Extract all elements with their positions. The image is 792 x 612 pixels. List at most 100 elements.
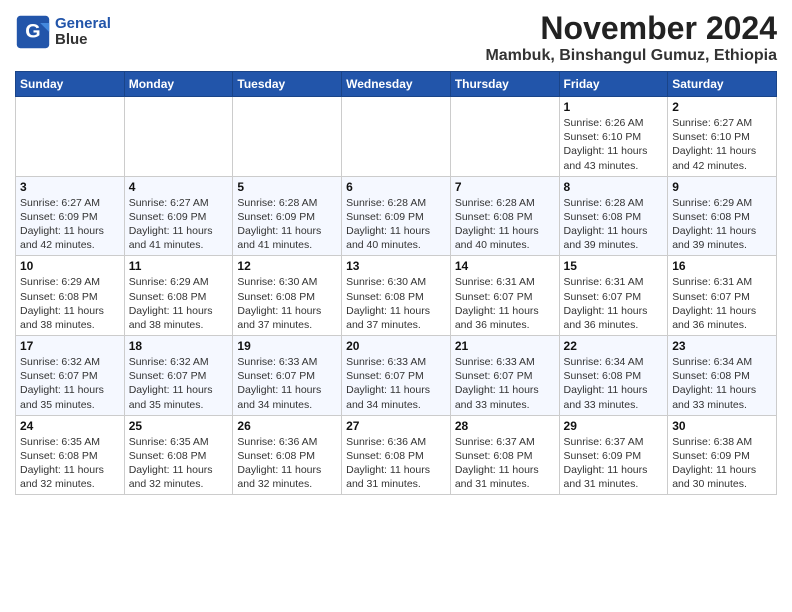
day-info: Sunrise: 6:30 AM Sunset: 6:08 PM Dayligh…	[237, 275, 337, 332]
day-number: 18	[129, 339, 229, 353]
day-info: Sunrise: 6:31 AM Sunset: 6:07 PM Dayligh…	[455, 275, 555, 332]
day-info: Sunrise: 6:29 AM Sunset: 6:08 PM Dayligh…	[129, 275, 229, 332]
day-number: 8	[564, 180, 664, 194]
day-info: Sunrise: 6:33 AM Sunset: 6:07 PM Dayligh…	[346, 355, 446, 412]
day-number: 11	[129, 259, 229, 273]
day-number: 4	[129, 180, 229, 194]
calendar-cell: 4 Sunrise: 6:27 AM Sunset: 6:09 PM Daylig…	[124, 176, 233, 256]
day-number: 19	[237, 339, 337, 353]
calendar-cell: 14 Sunrise: 6:31 AM Sunset: 6:07 PM Dayli…	[450, 256, 559, 336]
day-number: 3	[20, 180, 120, 194]
calendar-cell: 1 Sunrise: 6:26 AM Sunset: 6:10 PM Daylig…	[559, 97, 668, 177]
day-info: Sunrise: 6:31 AM Sunset: 6:07 PM Dayligh…	[564, 275, 664, 332]
day-info: Sunrise: 6:36 AM Sunset: 6:08 PM Dayligh…	[237, 435, 337, 492]
calendar: SundayMondayTuesdayWednesdayThursdayFrid…	[15, 71, 777, 495]
calendar-cell: 9 Sunrise: 6:29 AM Sunset: 6:08 PM Daylig…	[668, 176, 777, 256]
calendar-cell: 27 Sunrise: 6:36 AM Sunset: 6:08 PM Dayli…	[342, 415, 451, 495]
location-title: Mambuk, Binshangul Gumuz, Ethiopia	[485, 47, 777, 65]
day-number: 14	[455, 259, 555, 273]
calendar-cell: 19 Sunrise: 6:33 AM Sunset: 6:07 PM Dayli…	[233, 336, 342, 416]
day-info: Sunrise: 6:29 AM Sunset: 6:08 PM Dayligh…	[20, 275, 120, 332]
day-info: Sunrise: 6:34 AM Sunset: 6:08 PM Dayligh…	[564, 355, 664, 412]
calendar-cell: 24 Sunrise: 6:35 AM Sunset: 6:08 PM Dayli…	[16, 415, 125, 495]
calendar-cell: 20 Sunrise: 6:33 AM Sunset: 6:07 PM Dayli…	[342, 336, 451, 416]
day-info: Sunrise: 6:28 AM Sunset: 6:09 PM Dayligh…	[237, 196, 337, 253]
calendar-cell	[124, 97, 233, 177]
day-info: Sunrise: 6:33 AM Sunset: 6:07 PM Dayligh…	[237, 355, 337, 412]
day-number: 12	[237, 259, 337, 273]
weekday-header-thursday: Thursday	[450, 72, 559, 97]
day-number: 2	[672, 100, 772, 114]
calendar-cell: 26Sunrise: 6:36 AM Sunset: 6:08 PM Dayli…	[233, 415, 342, 495]
calendar-cell: 29Sunrise: 6:37 AM Sunset: 6:09 PM Dayli…	[559, 415, 668, 495]
calendar-cell: 3 Sunrise: 6:27 AM Sunset: 6:09 PM Daylig…	[16, 176, 125, 256]
weekday-header-tuesday: Tuesday	[233, 72, 342, 97]
day-info: Sunrise: 6:36 AM Sunset: 6:08 PM Dayligh…	[346, 435, 446, 492]
calendar-cell: 13Sunrise: 6:30 AM Sunset: 6:08 PM Dayli…	[342, 256, 451, 336]
day-number: 29	[564, 419, 664, 433]
day-info: Sunrise: 6:31 AM Sunset: 6:07 PM Dayligh…	[672, 275, 772, 332]
day-number: 24	[20, 419, 120, 433]
calendar-cell	[233, 97, 342, 177]
day-info: Sunrise: 6:32 AM Sunset: 6:07 PM Dayligh…	[20, 355, 120, 412]
day-number: 23	[672, 339, 772, 353]
logo: G General Blue	[15, 14, 111, 50]
day-info: Sunrise: 6:35 AM Sunset: 6:08 PM Dayligh…	[129, 435, 229, 492]
day-number: 27	[346, 419, 446, 433]
day-number: 15	[564, 259, 664, 273]
calendar-cell	[16, 97, 125, 177]
day-info: Sunrise: 6:27 AM Sunset: 6:10 PM Dayligh…	[672, 116, 772, 173]
day-number: 7	[455, 180, 555, 194]
header: G General Blue November 2024 Mambuk, Bin…	[15, 10, 777, 65]
day-number: 5	[237, 180, 337, 194]
calendar-cell: 17 Sunrise: 6:32 AM Sunset: 6:07 PM Dayli…	[16, 336, 125, 416]
day-number: 17	[20, 339, 120, 353]
calendar-cell: 15 Sunrise: 6:31 AM Sunset: 6:07 PM Dayli…	[559, 256, 668, 336]
calendar-cell: 7 Sunrise: 6:28 AM Sunset: 6:08 PM Daylig…	[450, 176, 559, 256]
weekday-header-saturday: Saturday	[668, 72, 777, 97]
day-info: Sunrise: 6:28 AM Sunset: 6:08 PM Dayligh…	[564, 196, 664, 253]
day-number: 6	[346, 180, 446, 194]
calendar-cell: 18Sunrise: 6:32 AM Sunset: 6:07 PM Dayli…	[124, 336, 233, 416]
day-number: 1	[564, 100, 664, 114]
day-info: Sunrise: 6:29 AM Sunset: 6:08 PM Dayligh…	[672, 196, 772, 253]
calendar-cell: 8 Sunrise: 6:28 AM Sunset: 6:08 PM Daylig…	[559, 176, 668, 256]
day-info: Sunrise: 6:38 AM Sunset: 6:09 PM Dayligh…	[672, 435, 772, 492]
day-number: 21	[455, 339, 555, 353]
day-number: 28	[455, 419, 555, 433]
day-number: 10	[20, 259, 120, 273]
day-info: Sunrise: 6:35 AM Sunset: 6:08 PM Dayligh…	[20, 435, 120, 492]
day-number: 20	[346, 339, 446, 353]
day-number: 9	[672, 180, 772, 194]
calendar-cell: 12 Sunrise: 6:30 AM Sunset: 6:08 PM Dayli…	[233, 256, 342, 336]
title-area: November 2024 Mambuk, Binshangul Gumuz, …	[485, 10, 777, 65]
calendar-cell: 28 Sunrise: 6:37 AM Sunset: 6:08 PM Dayli…	[450, 415, 559, 495]
calendar-cell: 10 Sunrise: 6:29 AM Sunset: 6:08 PM Dayli…	[16, 256, 125, 336]
calendar-cell: 5 Sunrise: 6:28 AM Sunset: 6:09 PM Daylig…	[233, 176, 342, 256]
weekday-header-friday: Friday	[559, 72, 668, 97]
calendar-cell	[342, 97, 451, 177]
calendar-cell: 23Sunrise: 6:34 AM Sunset: 6:08 PM Dayli…	[668, 336, 777, 416]
calendar-cell: 25Sunrise: 6:35 AM Sunset: 6:08 PM Dayli…	[124, 415, 233, 495]
calendar-cell: 2 Sunrise: 6:27 AM Sunset: 6:10 PM Daylig…	[668, 97, 777, 177]
weekday-header-sunday: Sunday	[16, 72, 125, 97]
day-number: 16	[672, 259, 772, 273]
day-info: Sunrise: 6:37 AM Sunset: 6:08 PM Dayligh…	[455, 435, 555, 492]
day-info: Sunrise: 6:28 AM Sunset: 6:08 PM Dayligh…	[455, 196, 555, 253]
calendar-cell	[450, 97, 559, 177]
day-info: Sunrise: 6:33 AM Sunset: 6:07 PM Dayligh…	[455, 355, 555, 412]
calendar-cell: 30 Sunrise: 6:38 AM Sunset: 6:09 PM Dayli…	[668, 415, 777, 495]
calendar-cell: 16 Sunrise: 6:31 AM Sunset: 6:07 PM Dayli…	[668, 256, 777, 336]
day-number: 13	[346, 259, 446, 273]
calendar-cell: 6Sunrise: 6:28 AM Sunset: 6:09 PM Daylig…	[342, 176, 451, 256]
day-info: Sunrise: 6:26 AM Sunset: 6:10 PM Dayligh…	[564, 116, 664, 173]
day-info: Sunrise: 6:27 AM Sunset: 6:09 PM Dayligh…	[20, 196, 120, 253]
month-title: November 2024	[485, 10, 777, 47]
logo-icon: G	[15, 14, 51, 50]
day-number: 22	[564, 339, 664, 353]
day-number: 30	[672, 419, 772, 433]
calendar-cell: 21 Sunrise: 6:33 AM Sunset: 6:07 PM Dayli…	[450, 336, 559, 416]
logo-line1: General	[55, 16, 111, 33]
day-info: Sunrise: 6:27 AM Sunset: 6:09 PM Dayligh…	[129, 196, 229, 253]
calendar-cell: 22 Sunrise: 6:34 AM Sunset: 6:08 PM Dayli…	[559, 336, 668, 416]
